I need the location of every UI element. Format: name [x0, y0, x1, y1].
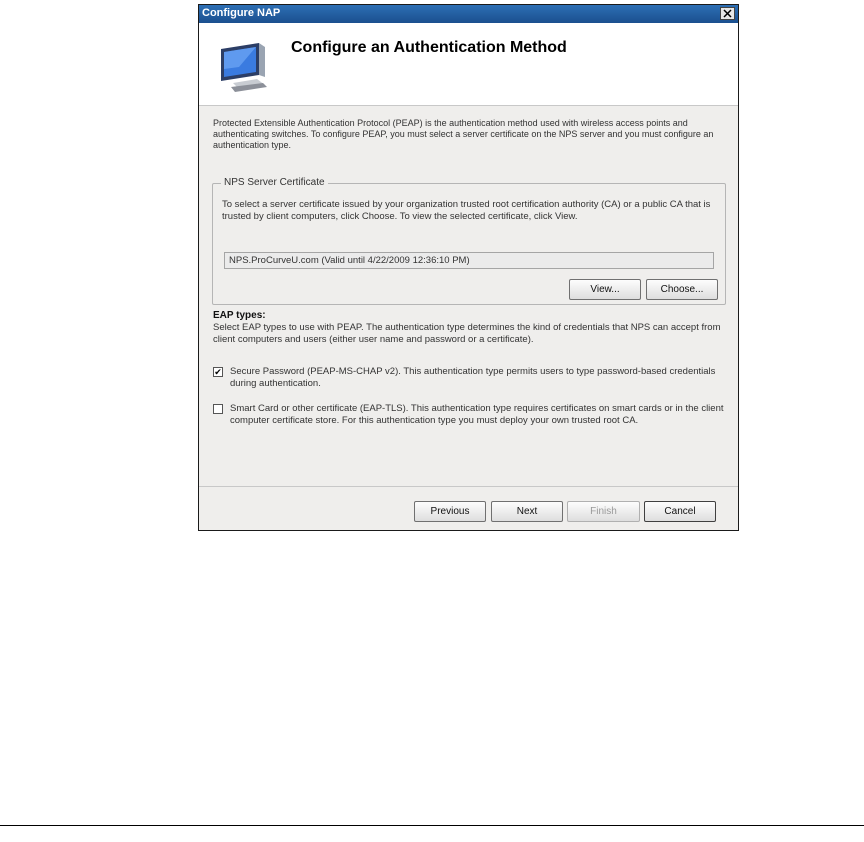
certificate-description: To select a server certificate issued by…	[222, 199, 711, 222]
view-button[interactable]: View...	[569, 279, 641, 300]
group-label: NPS Server Certificate	[221, 177, 328, 188]
title-bar[interactable]: Configure NAP	[199, 5, 738, 23]
monitor-icon	[221, 43, 267, 92]
intro-text: Protected Extensible Authentication Prot…	[213, 118, 714, 150]
certificate-field[interactable]: NPS.ProCurveU.com (Valid until 4/22/2009…	[224, 252, 714, 269]
close-icon	[723, 9, 732, 18]
previous-button[interactable]: Previous	[414, 501, 486, 522]
nps-server-certificate-group: NPS Server Certificate To select a serve…	[212, 177, 726, 305]
eap-tls-checkbox[interactable]	[213, 404, 223, 414]
wizard-header: Configure an Authentication Method	[199, 23, 738, 106]
finish-button[interactable]: Finish	[567, 501, 640, 522]
eap-types-heading: EAP types:	[213, 310, 266, 321]
configure-nap-dialog: Configure NAP Configure an Authenticatio…	[198, 4, 739, 531]
page-divider	[0, 825, 864, 826]
next-button[interactable]: Next	[491, 501, 563, 522]
peap-ms-chap-label: Secure Password (PEAP-MS-CHAP v2). This …	[230, 366, 716, 389]
peap-ms-chap-checkbox[interactable]: ✔	[213, 367, 223, 377]
cancel-button[interactable]: Cancel	[644, 501, 716, 522]
choose-button[interactable]: Choose...	[646, 279, 718, 300]
close-button[interactable]	[720, 7, 735, 20]
eap-tls-label: Smart Card or other certificate (EAP-TLS…	[230, 403, 724, 426]
eap-types-description: Select EAP types to use with PEAP. The a…	[213, 322, 721, 345]
window-title: Configure NAP	[202, 7, 281, 19]
footer-divider	[199, 486, 738, 487]
page-title: Configure an Authentication Method	[291, 39, 567, 56]
